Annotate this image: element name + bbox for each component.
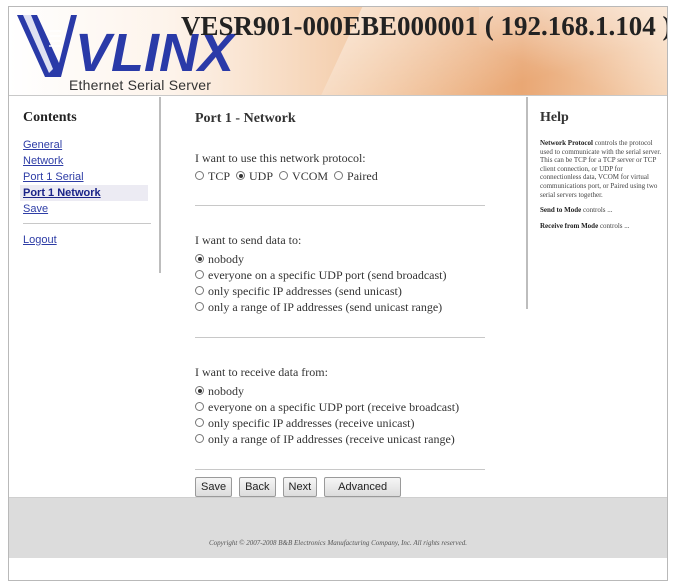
help-paragraph-receive: Receive from Mode controls ... xyxy=(540,222,662,231)
help-text: controls the protocol used to communicat… xyxy=(540,139,662,199)
help-term: Send to Mode xyxy=(540,206,582,215)
help-paragraph-protocol: Network Protocol controls the protocol u… xyxy=(540,139,662,199)
receive-group: I want to receive data from: nobody ever… xyxy=(195,365,487,447)
protocol-option-vcom[interactable]: VCOM xyxy=(279,169,328,184)
receive-option-label: only specific IP addresses (receive unic… xyxy=(208,416,415,430)
protocol-option-label: TCP xyxy=(208,169,231,183)
header-banner: VLINX VESR901-000EBE000001 ( 192.168.1.1… xyxy=(9,7,667,96)
help-text: controls ... xyxy=(582,206,613,215)
help-term: Receive from Mode xyxy=(540,221,599,230)
help-text: controls ... xyxy=(599,221,630,230)
send-option-unicast[interactable]: only specific IP addresses (send unicast… xyxy=(195,283,487,299)
send-option-unicast-range[interactable]: only a range of IP addresses (send unica… xyxy=(195,299,487,315)
receive-option-label: everyone on a specific UDP port (receive… xyxy=(208,400,460,414)
send-option-label: only specific IP addresses (send unicast… xyxy=(208,284,402,298)
send-option-broadcast[interactable]: everyone on a specific UDP port (send br… xyxy=(195,267,487,283)
page-title: Port 1 - Network xyxy=(195,111,296,126)
send-option-label: nobody xyxy=(208,252,244,266)
tagline: Ethernet Serial Server xyxy=(69,77,212,93)
help-term: Network Protocol xyxy=(540,139,593,147)
protocol-option-paired[interactable]: Paired xyxy=(334,169,378,184)
help-heading: Help xyxy=(540,110,569,125)
protocol-option-udp[interactable]: UDP xyxy=(236,169,273,184)
nav-separator xyxy=(23,223,151,224)
receive-option-label: only a range of IP addresses (receive un… xyxy=(208,432,455,446)
send-option-label: only a range of IP addresses (send unica… xyxy=(208,300,443,314)
receive-label: I want to receive data from: xyxy=(195,365,328,379)
back-button[interactable]: Back xyxy=(239,477,276,497)
radio-receive-nobody[interactable] xyxy=(195,386,204,395)
send-option-nobody[interactable]: nobody xyxy=(195,251,487,267)
action-buttons: Save Back Next Advanced xyxy=(195,477,404,497)
contents-sidebar: Contents General Network Port 1 Serial P… xyxy=(9,97,159,497)
radio-send-unicast-range[interactable] xyxy=(195,302,204,311)
advanced-button[interactable]: Advanced xyxy=(324,477,402,497)
receive-option-label: nobody xyxy=(208,384,244,398)
radio-vcom[interactable] xyxy=(279,171,289,180)
section-divider xyxy=(195,205,485,206)
send-label: I want to send data to: xyxy=(195,233,302,247)
nav-link-port1-network[interactable]: Port 1 Network xyxy=(20,185,148,201)
protocol-group: I want to use this network protocol: TCP… xyxy=(195,151,487,184)
device-title: VESR901-000EBE000001 ( 192.168.1.104 ) xyxy=(181,11,667,41)
radio-receive-unicast[interactable] xyxy=(195,418,204,427)
main-content: Port 1 - Network I want to use this netw… xyxy=(195,97,505,497)
send-group: I want to send data to: nobody everyone … xyxy=(195,233,487,315)
radio-receive-broadcast[interactable] xyxy=(195,402,204,411)
protocol-label: I want to use this network protocol: xyxy=(195,151,366,165)
radio-receive-unicast-range[interactable] xyxy=(195,434,204,443)
contents-heading: Contents xyxy=(23,110,77,125)
help-paragraph-send: Send to Mode controls ... xyxy=(540,206,662,215)
radio-send-nobody[interactable] xyxy=(195,254,204,263)
nav-link-save[interactable]: Save xyxy=(23,201,153,217)
contents-list: General Network Port 1 Serial Port 1 Net… xyxy=(20,137,153,248)
radio-tcp[interactable] xyxy=(195,171,204,180)
radio-send-unicast[interactable] xyxy=(195,286,204,295)
protocol-options: TCP UDP VCOM Paired xyxy=(195,169,487,184)
receive-option-nobody[interactable]: nobody xyxy=(195,383,487,399)
logo-chip-lines xyxy=(49,30,61,47)
receive-option-broadcast[interactable]: everyone on a specific UDP port (receive… xyxy=(195,399,487,415)
nav-link-port1-serial[interactable]: Port 1 Serial xyxy=(23,169,153,185)
save-button[interactable]: Save xyxy=(195,477,233,497)
footer: Copyright © 2007-2008 B&B Electronics Ma… xyxy=(9,497,667,558)
radio-send-broadcast[interactable] xyxy=(195,270,204,279)
protocol-option-tcp[interactable]: TCP xyxy=(195,169,230,184)
protocol-option-label: VCOM xyxy=(292,169,329,183)
next-button[interactable]: Next xyxy=(282,477,318,497)
protocol-option-label: Paired xyxy=(347,169,378,183)
protocol-option-label: UDP xyxy=(249,169,274,183)
help-body: Network Protocol controls the protocol u… xyxy=(540,139,662,237)
radio-paired[interactable] xyxy=(334,171,344,180)
receive-option-unicast-range[interactable]: only a range of IP addresses (receive un… xyxy=(195,431,487,447)
receive-option-unicast[interactable]: only specific IP addresses (receive unic… xyxy=(195,415,487,431)
help-divider xyxy=(526,97,528,309)
nav-link-logout[interactable]: Logout xyxy=(23,232,153,248)
section-divider xyxy=(195,337,485,338)
send-option-label: everyone on a specific UDP port (send br… xyxy=(208,268,447,282)
copyright-text: Copyright © 2007-2008 B&B Electronics Ma… xyxy=(208,539,467,547)
nav-link-general[interactable]: General xyxy=(23,137,153,153)
radio-udp[interactable] xyxy=(236,171,246,180)
sidebar-divider xyxy=(159,97,161,273)
nav-link-network[interactable]: Network xyxy=(23,153,153,169)
section-divider xyxy=(195,469,485,470)
page-frame: VLINX VESR901-000EBE000001 ( 192.168.1.1… xyxy=(8,6,668,581)
